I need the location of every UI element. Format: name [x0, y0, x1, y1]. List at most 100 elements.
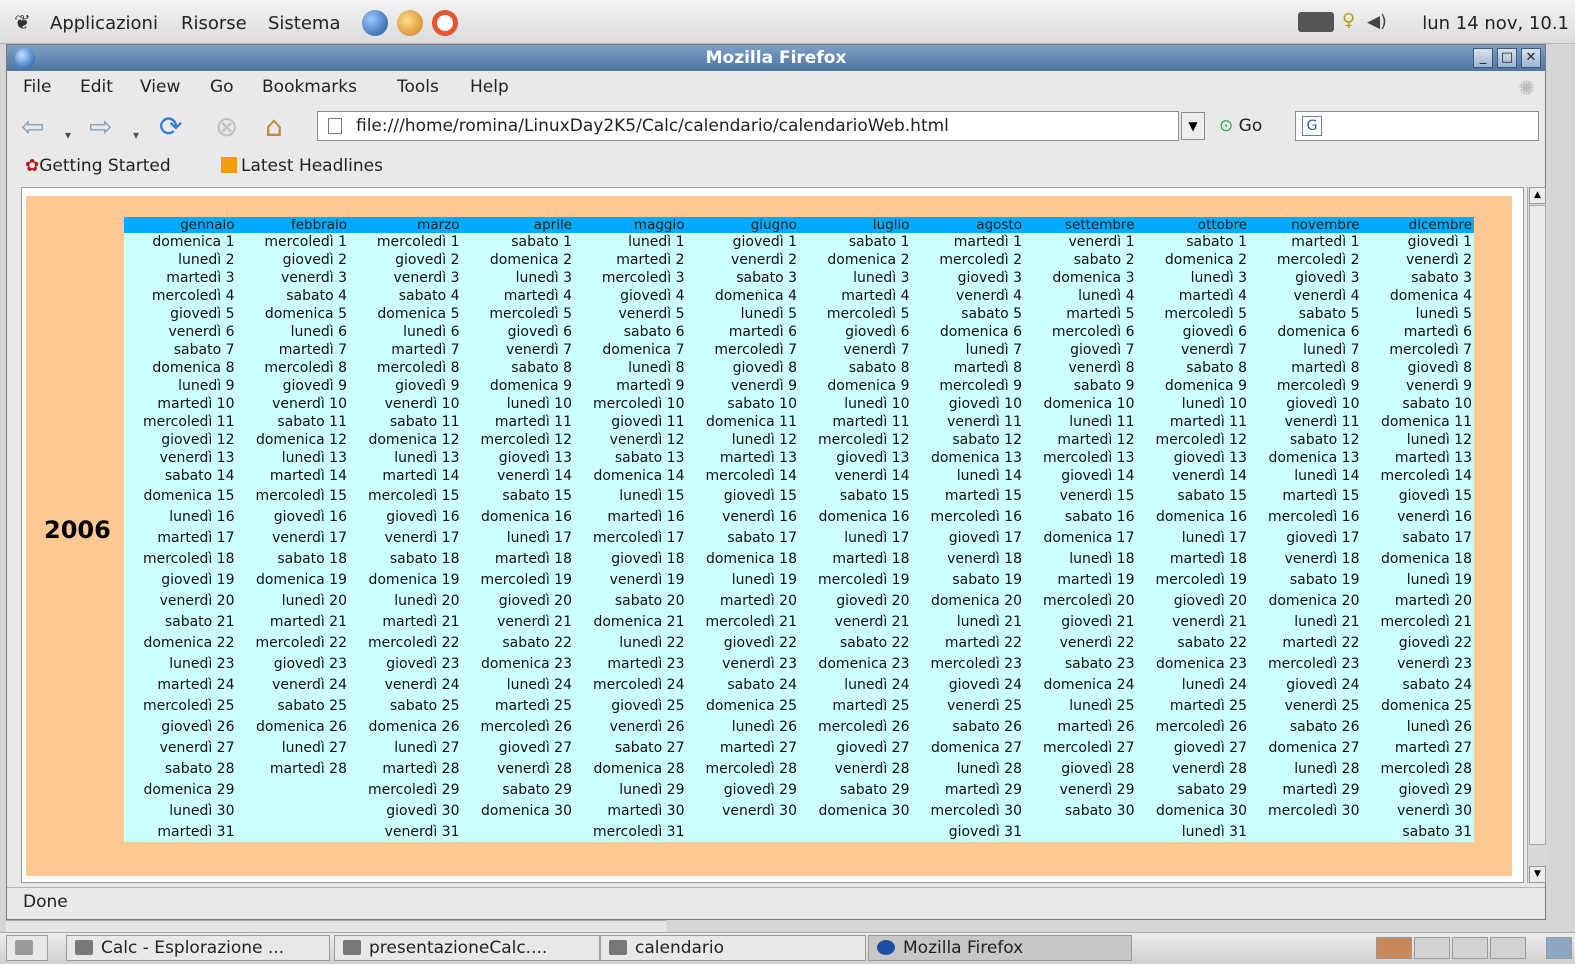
day-cell: mercoledì 2: [1276, 252, 1360, 268]
workspace-2[interactable]: [1414, 937, 1450, 959]
calendar-row: giovedì 26 domenica 26 domenica 26 mercoled…: [124, 716, 1474, 737]
volume-icon[interactable]: ◀): [1367, 12, 1387, 32]
task-calc-esplorazione[interactable]: Calc - Esplorazione ...: [66, 935, 330, 961]
day-cell: martedì 18: [832, 550, 910, 567]
day-cell: [687, 821, 800, 842]
menu-edit[interactable]: Edit: [80, 77, 113, 97]
month-header: febbraio: [236, 217, 349, 233]
bookmark-getting-started[interactable]: ✿Getting Started: [25, 153, 171, 179]
gnome-foot-icon[interactable]: ❦: [14, 11, 36, 33]
day-cell: martedì 4: [841, 288, 910, 304]
window-titlebar[interactable]: Mozilla Firefox _ □ ✕: [7, 45, 1545, 71]
lightbulb-icon[interactable]: ♀: [1342, 10, 1355, 31]
day-cell: venerdì 14: [834, 468, 910, 484]
day-cell: lunedì 5: [740, 306, 797, 322]
day-cell: giovedì 12: [161, 432, 235, 448]
show-desktop-button[interactable]: [6, 935, 48, 961]
day-cell: mercoledì 18: [142, 550, 235, 567]
scroll-up-icon[interactable]: ▲: [1529, 187, 1546, 204]
url-input[interactable]: file:///home/romina/LinuxDay2K5/Calc/cal…: [317, 111, 1179, 141]
menu-file[interactable]: File: [23, 77, 51, 97]
menu-bookmarks[interactable]: Bookmarks: [262, 77, 357, 97]
task-label: presentazioneCalc....: [369, 938, 548, 958]
forward-history-dropdown[interactable]: ▾: [133, 119, 139, 151]
search-input[interactable]: G: [1295, 111, 1539, 141]
back-arrow-icon[interactable]: ⇦: [21, 111, 44, 143]
menu-risorse[interactable]: Risorse: [181, 0, 247, 44]
panel-clock[interactable]: lun 14 nov, 10.1: [1422, 0, 1569, 48]
home-icon[interactable]: ⌂: [265, 111, 283, 143]
day-cell: domenica 27: [1268, 739, 1360, 756]
day-cell: domenica 11: [1380, 414, 1472, 430]
browser-launcher-icon[interactable]: [362, 10, 388, 36]
menu-help[interactable]: Help: [470, 77, 509, 97]
url-history-dropdown[interactable]: ▼: [1181, 112, 1205, 140]
day-cell: martedì 17: [157, 529, 235, 546]
day-cell: lunedì 17: [844, 529, 910, 546]
trash-icon[interactable]: [1546, 937, 1572, 959]
day-cell: domenica 2: [489, 252, 572, 268]
task-mozilla-firefox[interactable]: Mozilla Firefox: [868, 935, 1132, 961]
day-cell: giovedì 16: [273, 508, 347, 525]
scrollbar-thumb[interactable]: [1529, 205, 1546, 845]
day-cell: venerdì 10: [384, 396, 460, 412]
day-cell: sabato 24: [1402, 676, 1472, 693]
workspace-1[interactable]: [1376, 937, 1412, 959]
day-cell: [237, 779, 350, 800]
vertical-scrollbar[interactable]: ▲ ▼: [1527, 187, 1547, 883]
task-calendario[interactable]: calendario: [600, 935, 866, 961]
throbber-icon: ✺: [1518, 76, 1535, 100]
workspace-4[interactable]: [1490, 937, 1526, 959]
day-cell: domenica 26: [255, 718, 347, 735]
day-cell: venerdì 30: [1397, 802, 1472, 819]
go-label: Go: [1238, 116, 1263, 136]
day-cell: sabato 12: [1289, 432, 1360, 448]
day-cell: lunedì 22: [619, 634, 685, 651]
day-cell: lunedì 12: [731, 432, 797, 448]
close-button[interactable]: ✕: [1521, 48, 1541, 68]
menu-applicazioni[interactable]: Applicazioni: [50, 0, 158, 44]
day-cell: martedì 18: [494, 550, 572, 567]
bookmark-latest-headlines[interactable]: Latest Headlines: [221, 153, 383, 179]
day-cell: mercoledì 7: [714, 342, 797, 358]
day-cell: sabato 1: [848, 234, 910, 250]
back-history-dropdown[interactable]: ▾: [65, 119, 71, 151]
search-engine-icon[interactable]: G: [1302, 116, 1322, 136]
menu-tools[interactable]: Tools: [397, 77, 439, 97]
forward-arrow-icon[interactable]: ⇨: [89, 111, 112, 143]
calendar-row: sabato 21 martedì 21 martedì 21 venerdì 21 d…: [124, 611, 1474, 632]
day-cell: lunedì 14: [1294, 468, 1360, 484]
day-cell: sabato 1: [1186, 234, 1247, 250]
day-cell: giovedì 24: [1286, 676, 1360, 693]
day-cell: domenica 27: [930, 739, 1022, 756]
day-cell: sabato 18: [389, 550, 460, 567]
day-cell: domenica 22: [143, 634, 235, 651]
day-cell: mercoledì 9: [939, 378, 1022, 394]
email-launcher-icon[interactable]: [397, 10, 423, 36]
day-cell: giovedì 8: [1407, 360, 1472, 376]
network-monitor-icon[interactable]: [1298, 12, 1334, 32]
day-cell: martedì 18: [1169, 550, 1247, 567]
menu-go[interactable]: Go: [210, 77, 234, 97]
day-cell: lunedì 20: [394, 592, 460, 609]
go-button[interactable]: ⊙ Go: [1219, 112, 1262, 140]
day-cell: domenica 20: [930, 592, 1022, 609]
menu-view[interactable]: View: [140, 77, 180, 97]
calendar-row: mercoledì 25 sabato 25 sabato 25 martedì 25…: [124, 695, 1474, 716]
task-presentazione[interactable]: presentazioneCalc....: [334, 935, 600, 961]
scroll-down-icon[interactable]: ▼: [1529, 866, 1546, 883]
workspace-3[interactable]: [1452, 937, 1488, 959]
month-header: settembre: [1024, 217, 1137, 233]
window-title: Mozilla Firefox: [705, 48, 847, 68]
stop-icon[interactable]: ⊗: [215, 111, 238, 143]
day-cell: lunedì 28: [956, 760, 1022, 777]
help-lifebuoy-icon[interactable]: [432, 10, 458, 36]
day-cell: venerdì 28: [497, 760, 572, 777]
maximize-button[interactable]: □: [1497, 48, 1517, 68]
menu-sistema[interactable]: Sistema: [268, 0, 341, 44]
minimize-button[interactable]: _: [1473, 48, 1493, 68]
day-cell: martedì 3: [166, 270, 235, 286]
day-cell: venerdì 29: [1059, 781, 1135, 798]
reload-icon[interactable]: ⟳: [159, 111, 182, 143]
day-cell: sabato 25: [389, 697, 460, 714]
